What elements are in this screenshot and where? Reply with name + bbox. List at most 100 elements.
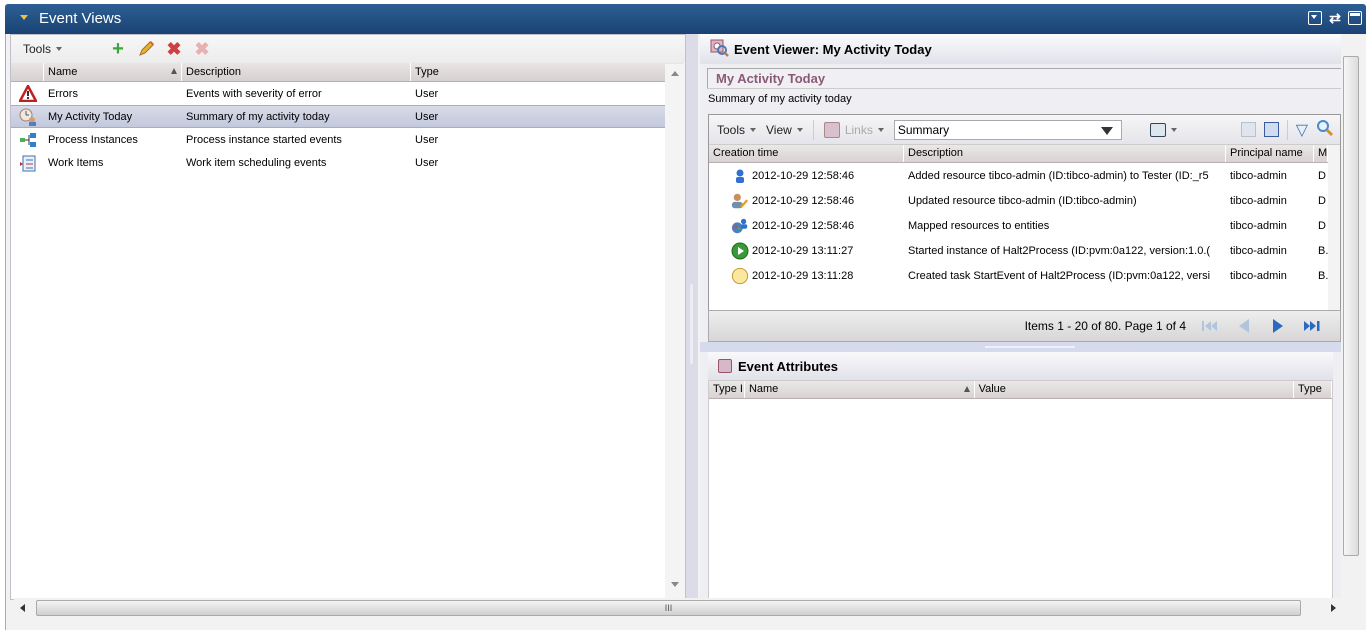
- task-circle-icon: [731, 267, 749, 285]
- event-m: B.: [1318, 269, 1328, 282]
- event-row[interactable]: 2012-10-29 13:11:28 Created task StartEve…: [709, 263, 1340, 288]
- panel-splitter[interactable]: [686, 34, 698, 600]
- event-m: D: [1318, 194, 1326, 207]
- scroll-down-icon[interactable]: [671, 582, 679, 587]
- swap-icon[interactable]: ⇄: [1328, 11, 1342, 25]
- delete-icon[interactable]: ✖: [164, 39, 184, 59]
- activity-clock-icon: [11, 108, 44, 126]
- event-description: Mapped resources to entities: [908, 219, 1050, 232]
- scroll-up-icon[interactable]: [671, 71, 679, 76]
- dropdown-arrow-icon: [1100, 126, 1113, 135]
- left-vertical-scrollbar[interactable]: [665, 64, 685, 599]
- bottom-horizontal-scrollbar[interactable]: III: [14, 598, 1344, 618]
- sort-ascending-icon: [963, 386, 970, 392]
- column-header-description[interactable]: Description: [182, 63, 411, 81]
- links-icon: [823, 121, 840, 138]
- chevron-down-icon: [1170, 127, 1177, 132]
- row-type: User: [415, 110, 439, 123]
- view-menu[interactable]: View: [766, 123, 803, 137]
- search-icon[interactable]: [1316, 119, 1334, 140]
- column-header-name[interactable]: Name: [44, 63, 182, 81]
- event-time: 2012-10-29 12:58:46: [752, 169, 855, 182]
- row-type: User: [415, 156, 439, 169]
- row-name: Process Instances: [48, 133, 138, 146]
- event-row[interactable]: 2012-10-29 12:58:46 Updated resource tibc…: [709, 188, 1340, 213]
- row-description: Process instance started events: [186, 133, 342, 146]
- collapse-triangle-icon[interactable]: [20, 15, 28, 20]
- row-description: Work item scheduling events: [186, 156, 327, 169]
- scroll-thumb[interactable]: III: [36, 600, 1301, 616]
- table-row[interactable]: Work Items Work item scheduling events Use…: [11, 151, 685, 174]
- event-row[interactable]: 2012-10-29 12:58:46 Mapped resources to e…: [709, 213, 1340, 238]
- chevron-down-icon: [796, 127, 803, 132]
- event-row[interactable]: 2012-10-29 13:11:27 Started instance of H…: [709, 238, 1340, 263]
- event-views-panel: Tools + ✖ ✖ Name Description Type Errors…: [10, 34, 686, 600]
- section-title: My Activity Today: [707, 68, 1341, 89]
- chevron-down-icon: [56, 47, 63, 51]
- links-menu: Links: [823, 121, 884, 138]
- tools-label: Tools: [23, 42, 52, 56]
- start-icon: [731, 242, 749, 260]
- events-vertical-scrollbar[interactable]: [1328, 145, 1340, 321]
- previous-page-icon: [1234, 318, 1254, 334]
- tools-menu[interactable]: Tools: [23, 42, 63, 56]
- event-row[interactable]: 2012-10-29 12:58:46 Added resource tibco-…: [709, 163, 1340, 188]
- event-time: 2012-10-29 13:11:27: [752, 244, 854, 257]
- row-description: Summary of my activity today: [186, 110, 330, 123]
- column-header-type-id[interactable]: Type I: [709, 381, 745, 398]
- column-header-principal[interactable]: Principal name: [1226, 145, 1314, 162]
- resource-icon: [731, 167, 749, 185]
- first-page-icon: [1200, 318, 1220, 334]
- scroll-thumb[interactable]: [1343, 56, 1359, 556]
- sort-ascending-icon: [171, 68, 177, 74]
- add-icon[interactable]: +: [108, 38, 128, 60]
- process-icon: [11, 132, 44, 148]
- error-icon: [11, 85, 44, 102]
- chevron-down-icon: [877, 127, 884, 132]
- edit-icon[interactable]: [136, 39, 156, 59]
- attributes-grid-header: Type I Name Value Type: [709, 381, 1332, 399]
- save-as-icon[interactable]: [1263, 122, 1279, 137]
- event-principal: tibco-admin: [1230, 194, 1287, 207]
- comment-icon: [1149, 122, 1166, 137]
- right-vertical-scrollbar[interactable]: [1341, 34, 1362, 600]
- filter-icon[interactable]: ▽: [1296, 120, 1308, 140]
- left-grid-header: Name Description Type: [11, 63, 685, 82]
- delete-disabled-icon: ✖: [194, 38, 210, 59]
- events-grid-header: Creation time Description Principal name…: [709, 145, 1340, 163]
- event-description: Updated resource tibco-admin (ID:tibco-a…: [908, 194, 1137, 207]
- event-viewer-title: Event Viewer: My Activity Today: [734, 41, 932, 57]
- pager-text: Items 1 - 20 of 80. Page 1 of 4: [1024, 319, 1186, 333]
- pager-bar: Items 1 - 20 of 80. Page 1 of 4: [708, 310, 1341, 342]
- table-row[interactable]: My Activity Today Summary of my activity …: [11, 105, 685, 128]
- event-time: 2012-10-29 13:11:28: [752, 269, 854, 282]
- table-row[interactable]: Process Instances Process instance starte…: [11, 128, 685, 151]
- view-select[interactable]: Summary: [893, 119, 1122, 140]
- table-row[interactable]: Errors Events with severity of error User: [11, 82, 685, 105]
- maximize-icon[interactable]: [1348, 11, 1362, 25]
- row-name: Errors: [48, 87, 78, 100]
- event-viewer-header: Event Viewer: My Activity Today: [700, 34, 1341, 64]
- minimize-icon[interactable]: [1308, 11, 1322, 25]
- column-header-creation-time[interactable]: Creation time: [709, 145, 904, 162]
- events-grid: Tools View Links Summary ▽ Creation time…: [708, 114, 1341, 340]
- event-viewer-icon: [710, 39, 730, 60]
- event-viewer-panel: Event Viewer: My Activity Today My Activ…: [700, 34, 1341, 600]
- next-page-icon[interactable]: [1268, 318, 1288, 334]
- scroll-right-icon[interactable]: [1331, 604, 1336, 612]
- column-header-name[interactable]: Name: [745, 381, 975, 398]
- column-header-m[interactable]: M: [1314, 145, 1328, 162]
- column-header-value[interactable]: Value: [975, 381, 1295, 398]
- events-tools-menu[interactable]: Tools: [717, 123, 757, 137]
- column-header-description[interactable]: Description: [904, 145, 1226, 162]
- row-name: Work Items: [48, 156, 104, 169]
- column-header-type[interactable]: Type: [411, 63, 685, 81]
- last-page-icon[interactable]: [1302, 318, 1322, 334]
- column-header-type[interactable]: Type: [1294, 381, 1332, 398]
- comment-menu[interactable]: [1149, 122, 1177, 137]
- scroll-left-icon[interactable]: [20, 604, 25, 612]
- row-description: Events with severity of error: [186, 87, 322, 100]
- event-principal: tibco-admin: [1230, 269, 1287, 282]
- horizontal-splitter[interactable]: [700, 342, 1341, 352]
- attributes-icon: [718, 359, 732, 373]
